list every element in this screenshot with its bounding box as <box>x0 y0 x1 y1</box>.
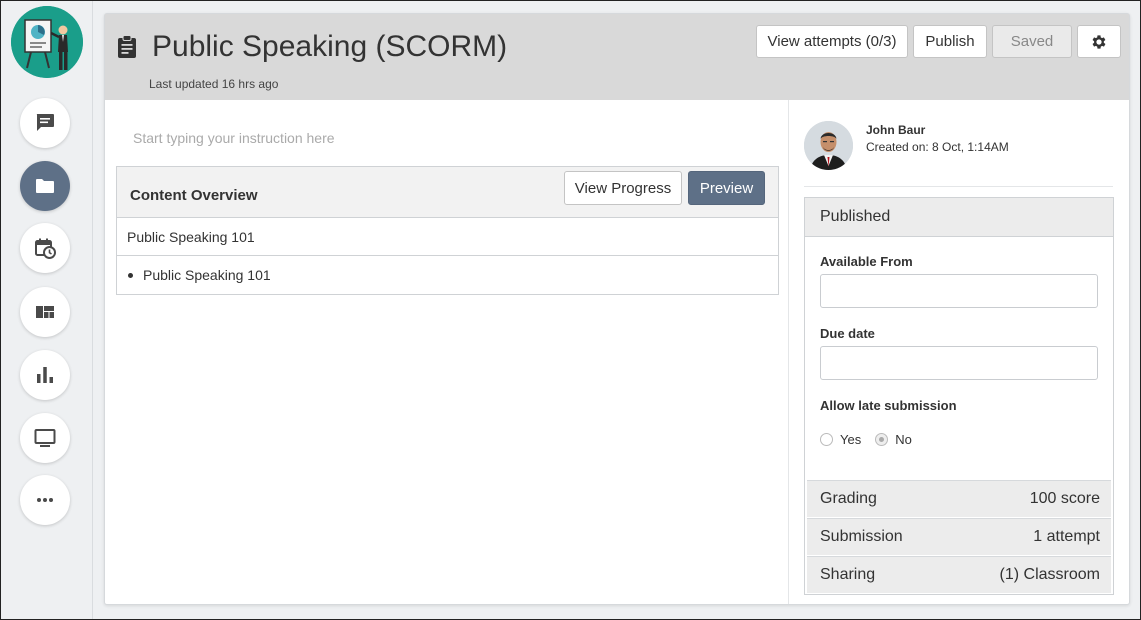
late-no-label: No <box>895 432 912 447</box>
publish-settings-panel: Published Available From Due date Allow … <box>804 197 1114 595</box>
clipboard-icon <box>118 35 136 58</box>
content-overview-header: Content Overview View Progress Preview <box>117 167 778 218</box>
submission-label: Submission <box>820 528 903 545</box>
late-submission-options: Yes No <box>820 432 912 447</box>
grading-label: Grading <box>820 490 877 507</box>
view-attempts-button[interactable]: View attempts (0/3) <box>756 25 908 58</box>
content-row[interactable]: Public Speaking 101 <box>117 218 778 256</box>
sharing-value: (1) Classroom <box>999 566 1100 583</box>
rail-more-button[interactable] <box>20 475 70 525</box>
author-divider <box>804 186 1113 187</box>
available-from-field[interactable] <box>820 274 1098 308</box>
calendar-clock-icon <box>35 238 56 259</box>
due-date-field[interactable] <box>820 346 1098 380</box>
author-name: John Baur <box>866 123 926 137</box>
content-overview-title: Content Overview <box>130 187 258 204</box>
saved-button[interactable]: Saved <box>992 25 1072 58</box>
available-from-label: Available From <box>820 254 913 269</box>
assignment-card: Public Speaking (SCORM) Last updated 16 … <box>104 13 1130 605</box>
rail-dashboard-button[interactable] <box>20 287 70 337</box>
late-yes-radio[interactable] <box>820 433 833 446</box>
late-no-radio[interactable] <box>875 433 889 446</box>
bullet-icon <box>128 272 133 278</box>
publish-button[interactable]: Publish <box>913 25 987 58</box>
late-yes-label: Yes <box>840 432 862 447</box>
gear-icon <box>1092 34 1106 49</box>
rail-present-button[interactable] <box>20 413 70 463</box>
content-overview: Content Overview View Progress Preview P… <box>116 166 779 295</box>
sharing-row[interactable]: Sharing (1) Classroom <box>807 556 1111 593</box>
rail-messages-button[interactable] <box>20 98 70 148</box>
person-photo-icon <box>804 121 853 170</box>
grading-row[interactable]: Grading 100 score <box>807 480 1111 517</box>
preview-button[interactable]: Preview <box>688 171 765 205</box>
grading-value: 100 score <box>1029 490 1100 507</box>
last-updated-text: Last updated 16 hrs ago <box>149 77 279 91</box>
sharing-label: Sharing <box>820 566 876 583</box>
folder-icon <box>36 179 54 193</box>
instruction-input[interactable]: Start typing your instruction here <box>133 130 335 146</box>
due-date-label: Due date <box>820 326 875 341</box>
view-progress-button[interactable]: View Progress <box>564 171 682 205</box>
column-divider <box>788 100 789 604</box>
settings-button[interactable] <box>1077 25 1121 58</box>
page-header: Public Speaking (SCORM) Last updated 16 … <box>105 14 1129 100</box>
submission-row[interactable]: Submission 1 attempt <box>807 518 1111 555</box>
more-icon <box>37 498 53 502</box>
status-header: Published <box>805 198 1113 237</box>
bar-chart-icon <box>37 367 53 383</box>
submission-value: 1 attempt <box>1033 528 1100 545</box>
content-row-label: Public Speaking 101 <box>127 228 255 245</box>
chat-icon <box>36 114 54 131</box>
rail-calendar-button[interactable] <box>20 223 70 273</box>
side-rail <box>1 1 93 619</box>
content-item-label: Public Speaking 101 <box>143 267 271 283</box>
created-date: Created on: 8 Oct, 1:14AM <box>866 140 1009 154</box>
content-item[interactable]: Public Speaking 101 <box>117 256 778 294</box>
rail-content-button[interactable] <box>20 161 70 211</box>
dashboard-icon <box>36 306 54 318</box>
rail-reports-button[interactable] <box>20 350 70 400</box>
monitor-icon <box>34 429 56 447</box>
page-title: Public Speaking (SCORM) <box>152 30 508 63</box>
app-logo[interactable] <box>11 6 83 78</box>
presenter-logo-icon <box>11 6 83 78</box>
late-submission-label: Allow late submission <box>820 398 957 413</box>
author-avatar <box>804 121 853 170</box>
